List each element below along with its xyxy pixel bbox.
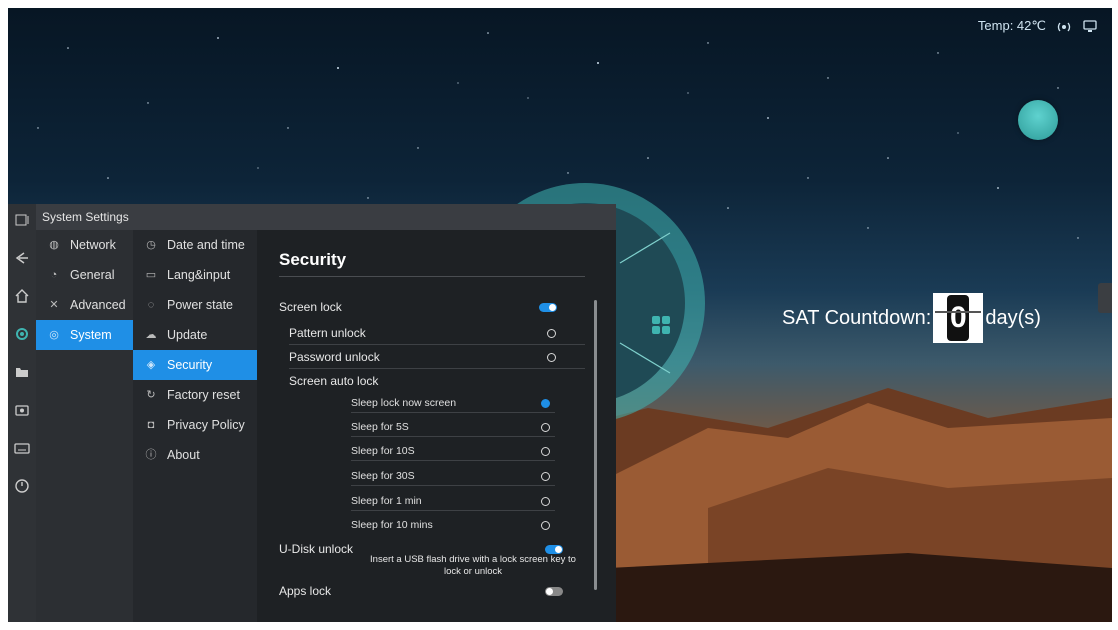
gear-icon: ◎ (49, 329, 59, 341)
globe-icon: ◍ (49, 239, 59, 251)
folder-icon[interactable] (14, 364, 30, 380)
shield-icon: ◈ (146, 359, 156, 371)
subcategory-list: ◷ Date and time ▭ Lang&input ◌ Power state … (133, 230, 257, 622)
left-dock (8, 204, 36, 622)
right-sidebar-handle[interactable] (1098, 283, 1112, 313)
settings-icon[interactable] (14, 326, 30, 342)
sub-date-and-time[interactable]: ◷ Date and time (133, 230, 257, 260)
countdown-value: 0 (947, 295, 970, 341)
pattern-unlock-radio[interactable] (547, 329, 556, 338)
auto-lock-option-label[interactable]: Sleep for 1 min (351, 495, 422, 507)
udisk-unlock-toggle[interactable] (545, 545, 563, 554)
lock-icon: ◘ (147, 419, 155, 431)
screen-lock-label: Screen lock (279, 300, 342, 314)
sub-factory-reset[interactable]: ↻ Factory reset (133, 380, 257, 410)
back-icon[interactable] (14, 250, 30, 266)
password-unlock-row[interactable]: Password unlock (289, 350, 585, 366)
auto-lock-option-label[interactable]: Sleep lock now screen (351, 397, 456, 409)
category-system[interactable]: ◎ System (36, 320, 133, 350)
auto-lock-option-radio[interactable] (541, 497, 550, 506)
auto-lock-option-label[interactable]: Sleep for 30S (351, 470, 415, 482)
apps-lock-row: Apps lock (279, 584, 585, 600)
power-icon[interactable] (14, 478, 30, 494)
temperature-label: Temp: 42℃ (977, 18, 1046, 33)
cloud-icon: ☁ (145, 329, 157, 341)
auto-lock-option-label[interactable]: Sleep for 10 mins (351, 519, 433, 531)
password-unlock-radio[interactable] (547, 353, 556, 362)
screen-auto-lock-row: Screen auto lock (289, 374, 379, 388)
auto-lock-option-radio[interactable] (541, 447, 550, 456)
screen-icon (1083, 20, 1097, 32)
auto-lock-option-radio-selected[interactable] (541, 399, 550, 408)
title-divider (279, 276, 585, 277)
sub-power-state[interactable]: ◌ Power state (133, 290, 257, 320)
category-network[interactable]: ◍ Network (36, 230, 133, 260)
keyboard-icon: ▭ (145, 269, 157, 281)
palette-icon: ◔ (50, 269, 58, 281)
divider (351, 460, 555, 461)
clock-icon: ◷ (146, 239, 156, 251)
divider (289, 368, 585, 369)
auto-lock-option-label[interactable]: Sleep for 5S (351, 421, 409, 433)
home-icon[interactable] (14, 288, 30, 304)
floating-assistant-button[interactable] (1018, 100, 1058, 140)
category-advanced[interactable]: ✕ Advanced (36, 290, 133, 320)
desktop: Temp: 42℃ SAT Countdown: 0 day(s) System… (8, 8, 1112, 622)
countdown-label: SAT Countdown: (782, 306, 932, 329)
window-title: System Settings (36, 204, 616, 230)
divider (289, 344, 585, 345)
auto-lock-option-radio[interactable] (541, 472, 550, 481)
sub-update[interactable]: ☁ Update (133, 320, 257, 350)
wireless-icon (1057, 22, 1071, 32)
divider (351, 510, 555, 511)
auto-lock-option-label[interactable]: Sleep for 10S (351, 445, 415, 457)
panel-scrollbar[interactable] (594, 300, 597, 590)
info-icon: ⓘ (145, 449, 157, 461)
panel-title: Security (279, 250, 347, 269)
category-list: ◍ Network ◔ General ✕ Advanced ◎ System (36, 230, 133, 622)
udisk-unlock-label: U-Disk unlock (279, 542, 354, 556)
sub-security[interactable]: ◈ Security (133, 350, 257, 380)
screen-lock-row: Screen lock (279, 300, 585, 316)
tools-icon: ✕ (49, 299, 59, 311)
sub-privacy-policy[interactable]: ◘ Privacy Policy (133, 410, 257, 440)
reset-icon: ↻ (146, 389, 156, 401)
countdown-digit-card: 0 (933, 293, 984, 343)
divider (351, 436, 555, 437)
countdown-unit: day(s) (985, 306, 1041, 329)
keyboard-icon[interactable] (14, 440, 30, 456)
menu-icon[interactable] (14, 212, 30, 228)
auto-lock-option-radio[interactable] (541, 423, 550, 432)
sub-about[interactable]: ⓘ About (133, 440, 257, 470)
divider (351, 412, 555, 413)
camera-icon[interactable] (14, 402, 30, 418)
status-bar: Temp: 42℃ (978, 18, 1098, 34)
flip-hinge-icon (935, 311, 982, 313)
udisk-unlock-hint: Insert a USB flash drive with a lock scr… (370, 554, 576, 577)
divider (351, 485, 555, 486)
sat-countdown-widget: SAT Countdown: 0 day(s) (782, 293, 1041, 343)
apps-lock-toggle[interactable] (545, 587, 563, 596)
screen-lock-toggle[interactable] (539, 303, 557, 312)
apps-lock-label: Apps lock (279, 584, 332, 598)
category-general[interactable]: ◔ General (36, 260, 133, 290)
pattern-unlock-row[interactable]: Pattern unlock (289, 326, 585, 342)
power-icon: ◌ (147, 299, 155, 311)
auto-lock-option-radio[interactable] (541, 521, 550, 530)
sub-lang-input[interactable]: ▭ Lang&input (133, 260, 257, 290)
